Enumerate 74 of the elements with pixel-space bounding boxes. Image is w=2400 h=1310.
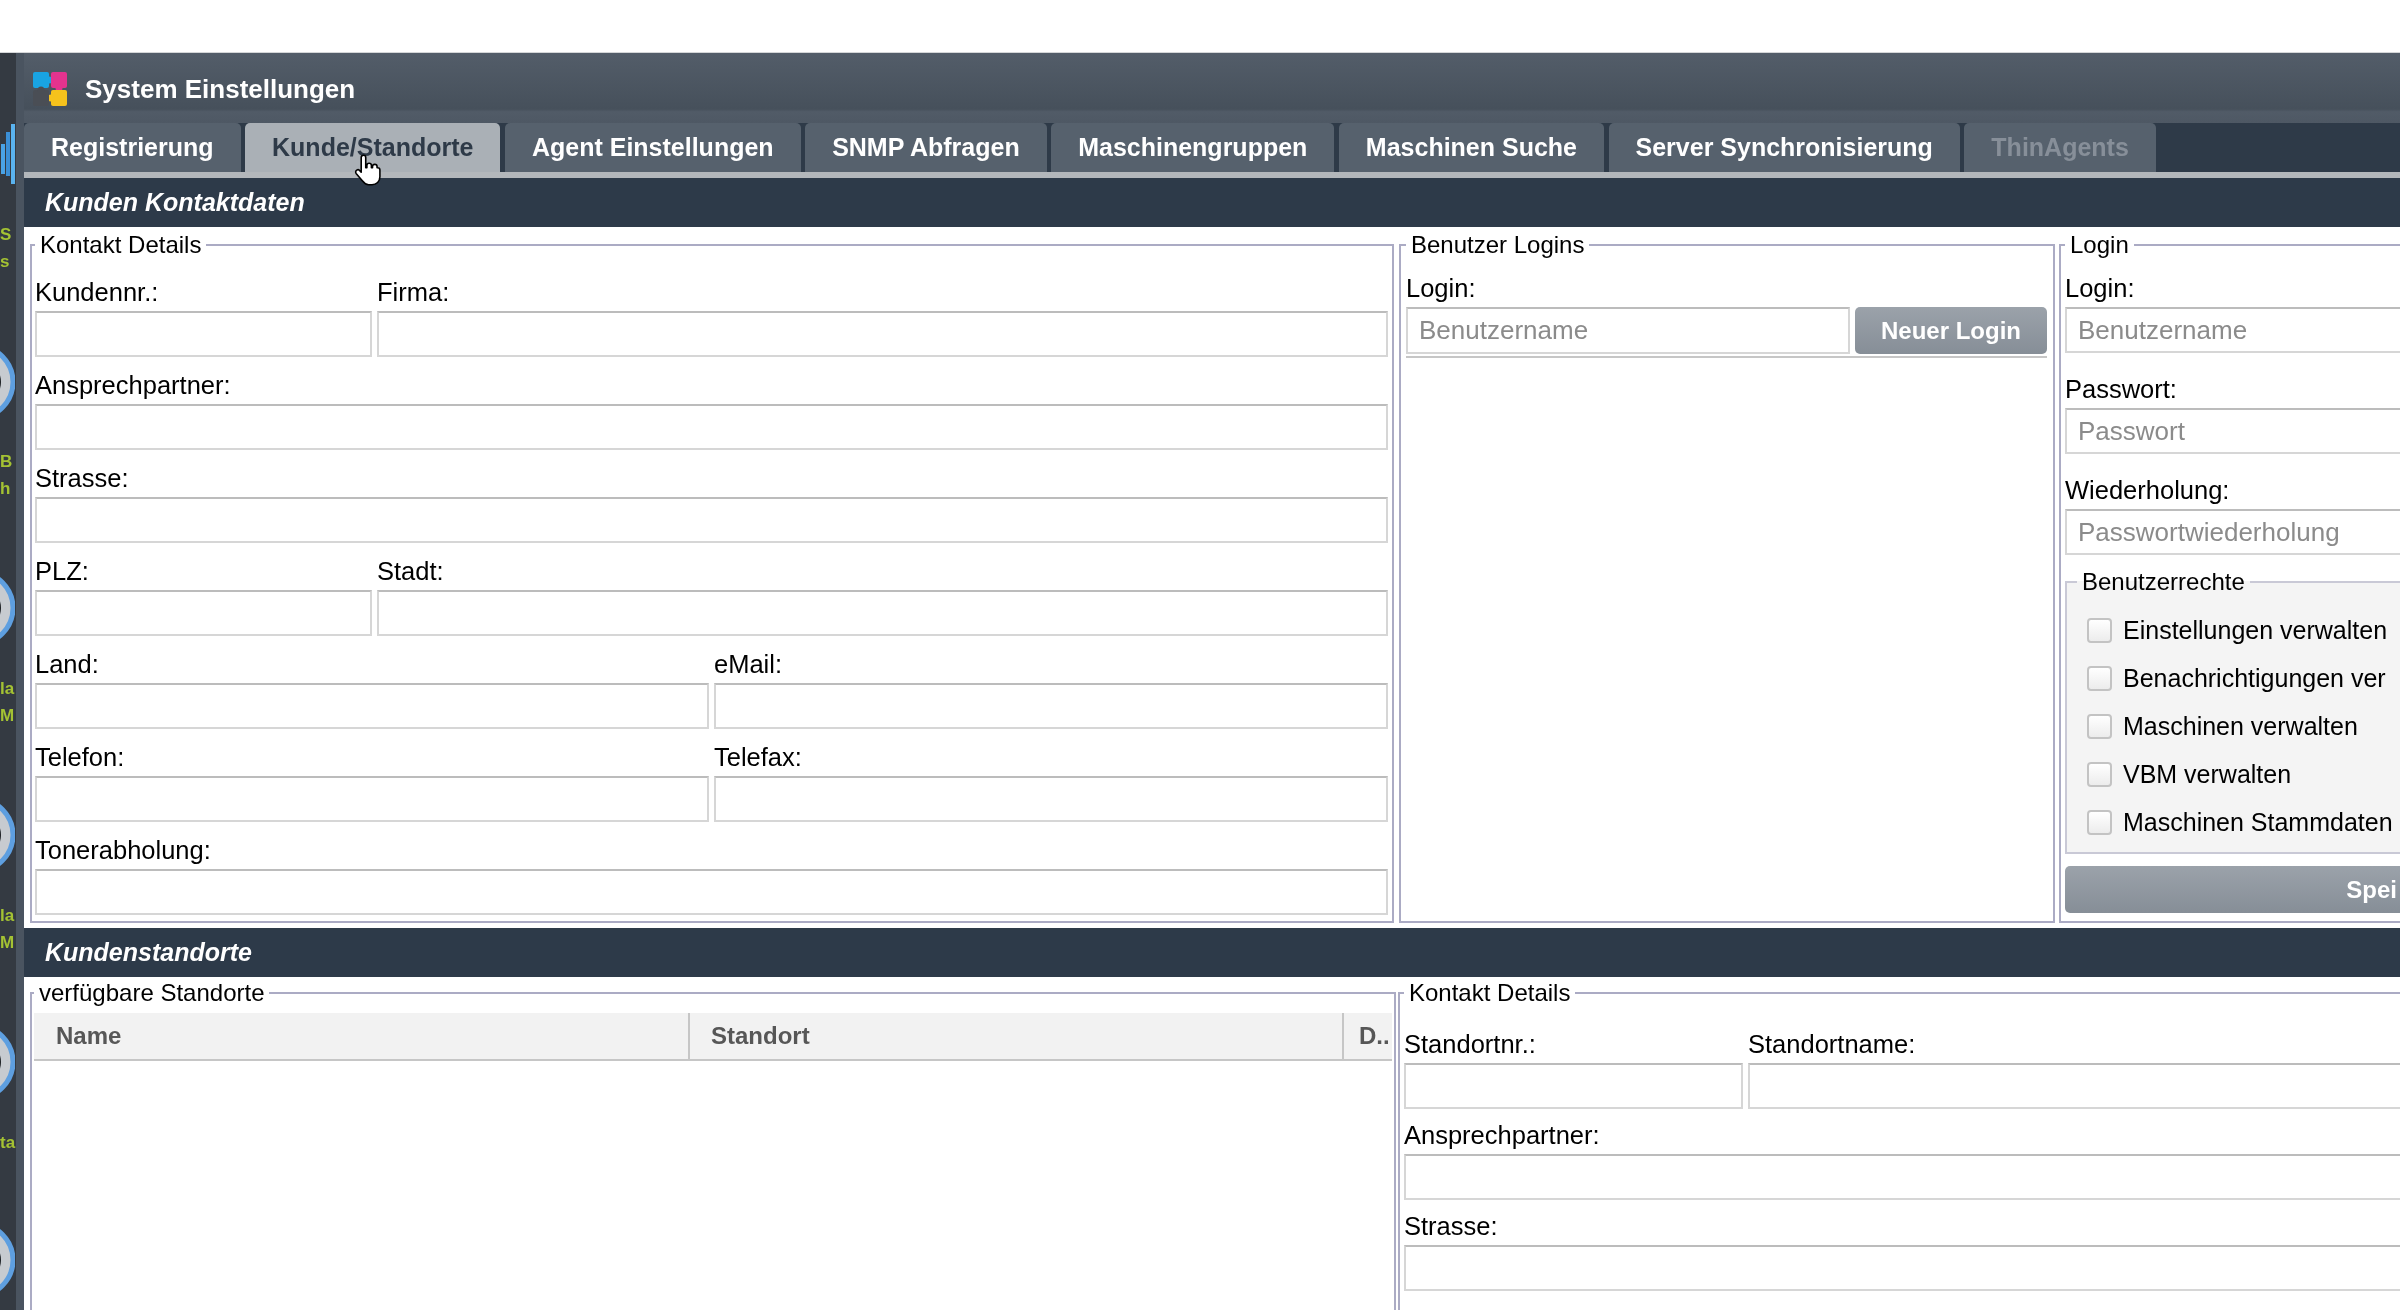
tab[interactable]: SNMP Abfragen	[805, 123, 1047, 172]
input-field[interactable]	[35, 311, 372, 357]
input-field[interactable]	[377, 311, 1388, 357]
puzzle-icon	[31, 70, 69, 108]
field-label: Login:	[2065, 273, 2136, 303]
panel-legend: Login	[2065, 231, 2134, 259]
panel-legend: Kontakt Details	[35, 231, 207, 259]
input-field[interactable]	[1748, 1063, 2400, 1109]
input-field[interactable]	[714, 776, 1388, 822]
checkbox[interactable]	[2087, 665, 2112, 691]
tab[interactable]: Maschinen Suche	[1338, 123, 1604, 172]
field-label: Passwort:	[2065, 374, 2178, 404]
input-field[interactable]: Benutzername	[1406, 307, 1850, 354]
tab[interactable]: Kunde/Standorte	[245, 123, 501, 172]
input-field[interactable]	[35, 590, 372, 636]
column-header[interactable]: Name	[34, 1013, 688, 1059]
section-header: Kunden Kontaktdaten	[24, 178, 2400, 227]
field-label: Land:	[35, 649, 100, 679]
checkbox-label: Maschinen Stammdaten	[2123, 807, 2393, 837]
tab[interactable]: Agent Einstellungen	[504, 123, 801, 172]
panel-legend: verfügbare Standorte	[34, 979, 270, 1007]
input-field[interactable]	[35, 497, 1388, 543]
tab[interactable]: Server Synchronisierung	[1608, 123, 1960, 172]
checkbox-label: Einstellungen verwalten	[2123, 615, 2388, 645]
field-label: Wiederholung:	[2065, 475, 2231, 505]
section-header: Kundenstandorte	[24, 928, 2400, 977]
panel-legend: Kontakt Details	[1404, 979, 1576, 1007]
checkbox[interactable]	[2087, 809, 2112, 835]
field-label: Firma:	[377, 277, 451, 307]
field-label: PLZ:	[35, 556, 90, 586]
input-field[interactable]: Passwortwiederholung	[2065, 509, 2400, 555]
input-field[interactable]: Benutzername	[2065, 307, 2400, 353]
input-field[interactable]	[35, 869, 1388, 915]
field-label: Telefon:	[35, 742, 126, 772]
field-label: Standortname:	[1748, 1029, 1917, 1059]
field-label: Telefax:	[714, 742, 803, 772]
input-field[interactable]	[35, 683, 709, 729]
column-header[interactable]: D..	[1342, 1013, 1392, 1059]
input-field[interactable]	[1404, 1154, 2400, 1200]
field-label: Strasse:	[1404, 1211, 1499, 1241]
checkbox[interactable]	[2087, 761, 2112, 787]
tab[interactable]: Maschinengruppen	[1051, 123, 1335, 172]
input-field[interactable]	[1404, 1245, 2400, 1291]
checkbox-label: Benachrichtigungen ver	[2123, 663, 2386, 693]
field-label: eMail:	[714, 649, 784, 679]
field-label: Strasse:	[35, 463, 130, 493]
panel-legend: Benutzer Logins	[1406, 231, 1590, 259]
icon-label: la M	[0, 905, 15, 954]
input-field[interactable]	[35, 776, 709, 822]
checkbox[interactable]	[2087, 617, 2112, 643]
field-label: Login:	[1406, 273, 1477, 303]
field-label: Kundennr.:	[35, 277, 160, 307]
input-field[interactable]: Passwort	[2065, 408, 2400, 454]
input-field[interactable]	[714, 683, 1388, 729]
tab[interactable]: Registrierung	[24, 123, 241, 172]
input-field[interactable]	[1404, 1063, 1743, 1109]
panel-legend: Benutzerrechte	[2077, 568, 2250, 596]
checkbox[interactable]	[2087, 713, 2112, 739]
icon-label: S s	[0, 224, 12, 273]
field-label: Ansprechpartner:	[35, 370, 232, 400]
input-field[interactable]	[377, 590, 1388, 636]
icon-label: ta	[0, 1132, 16, 1154]
bars-icon	[1, 124, 15, 184]
icon-label: la M	[0, 678, 15, 727]
field-label: Ansprechpartner:	[1404, 1120, 1601, 1150]
icon-label: B h	[0, 451, 13, 500]
window-title: System Einstellungen	[85, 73, 356, 105]
field-label: Stadt:	[377, 556, 445, 586]
input-field[interactable]	[35, 404, 1388, 450]
field-label: Standortnr.:	[1404, 1029, 1537, 1059]
field-label: Tonerabholung:	[35, 835, 212, 865]
column-header[interactable]: Standort	[688, 1013, 1342, 1059]
checkbox-label: Maschinen verwalten	[2123, 711, 2358, 741]
checkbox-label: VBM verwalten	[2123, 759, 2292, 789]
